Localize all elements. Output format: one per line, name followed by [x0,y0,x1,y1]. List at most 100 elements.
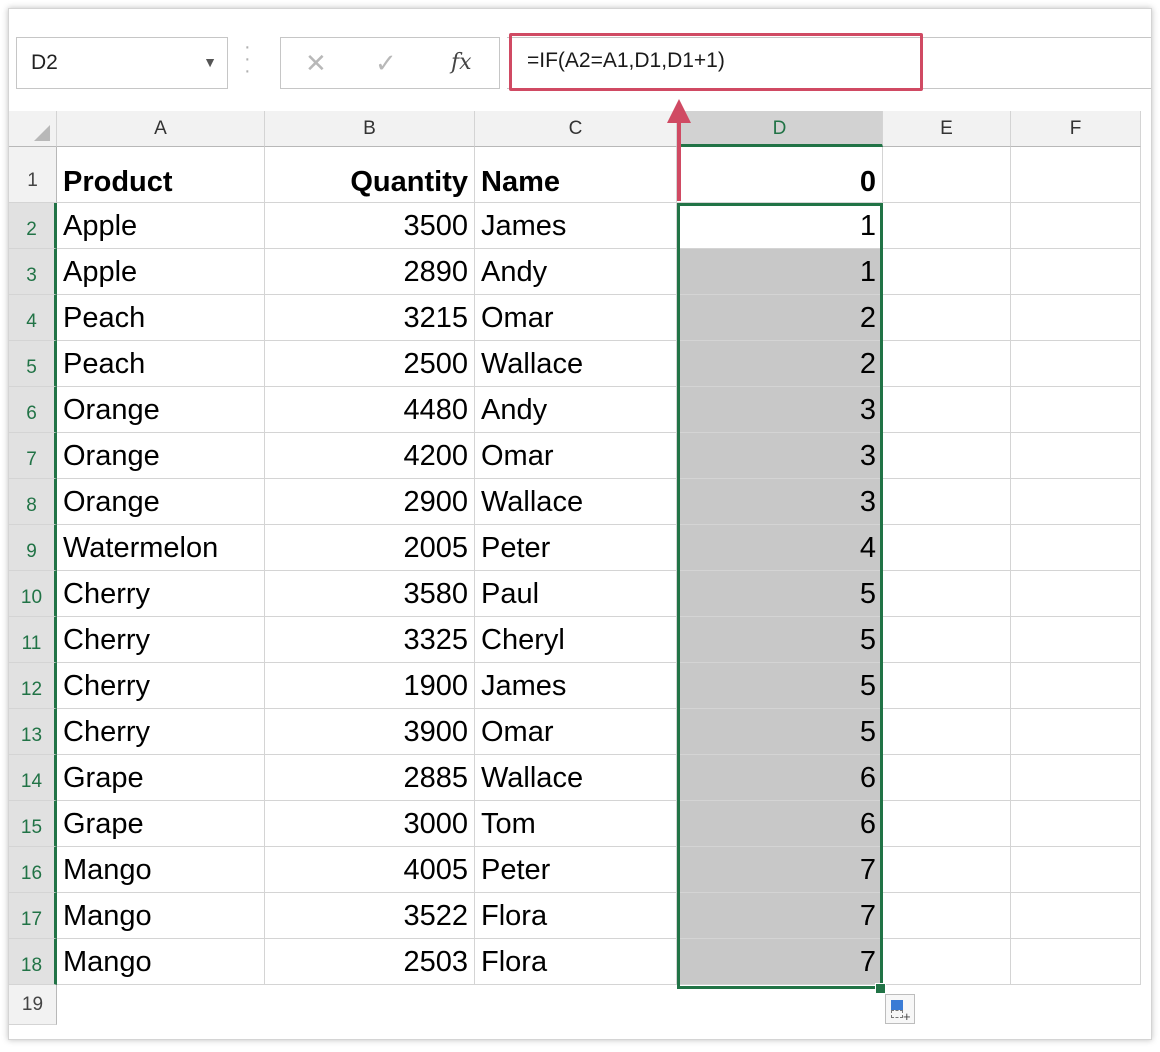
cell-c3[interactable]: Andy [475,249,677,295]
cell-c7[interactable]: Omar [475,433,677,479]
cell-b19[interactable] [265,985,475,1025]
row-header-19[interactable]: 19 [9,985,57,1025]
cell-b7[interactable]: 4200 [265,433,475,479]
cell-d15[interactable]: 6 [677,801,883,847]
cell-e8[interactable] [883,479,1011,525]
column-header-a[interactable]: A [57,111,265,147]
cell-b4[interactable]: 3215 [265,295,475,341]
cell-f17[interactable] [1011,893,1141,939]
row-header-7[interactable]: 7 [9,433,57,479]
row-header-5[interactable]: 5 [9,341,57,387]
cell-f19[interactable] [1011,985,1141,1025]
cell-a11[interactable]: Cherry [57,617,265,663]
cell-c18[interactable]: Flora [475,939,677,985]
cell-f5[interactable] [1011,341,1141,387]
cell-d6[interactable]: 3 [677,387,883,433]
row-header-14[interactable]: 14 [9,755,57,801]
column-header-c[interactable]: C [475,111,677,147]
cell-a17[interactable]: Mango [57,893,265,939]
column-header-e[interactable]: E [883,111,1011,147]
cell-c13[interactable]: Omar [475,709,677,755]
cell-d12[interactable]: 5 [677,663,883,709]
cell-e11[interactable] [883,617,1011,663]
cell-e15[interactable] [883,801,1011,847]
cell-b3[interactable]: 2890 [265,249,475,295]
cell-e18[interactable] [883,939,1011,985]
row-header-17[interactable]: 17 [9,893,57,939]
cell-a5[interactable]: Peach [57,341,265,387]
cell-a10[interactable]: Cherry [57,571,265,617]
cell-a15[interactable]: Grape [57,801,265,847]
cell-b15[interactable]: 3000 [265,801,475,847]
cell-e13[interactable] [883,709,1011,755]
cell-e17[interactable] [883,893,1011,939]
cell-f15[interactable] [1011,801,1141,847]
cell-e12[interactable] [883,663,1011,709]
row-header-18[interactable]: 18 [9,939,57,985]
cell-f18[interactable] [1011,939,1141,985]
cell-d16[interactable]: 7 [677,847,883,893]
chevron-down-icon[interactable]: ▼ [203,54,217,70]
cell-a13[interactable]: Cherry [57,709,265,755]
row-header-11[interactable]: 11 [9,617,57,663]
cell-f10[interactable] [1011,571,1141,617]
cell-d13[interactable]: 5 [677,709,883,755]
select-all-corner[interactable] [9,111,57,147]
cell-c15[interactable]: Tom [475,801,677,847]
cell-b18[interactable]: 2503 [265,939,475,985]
cell-f14[interactable] [1011,755,1141,801]
cell-f13[interactable] [1011,709,1141,755]
cell-a8[interactable]: Orange [57,479,265,525]
row-header-12[interactable]: 12 [9,663,57,709]
cell-b8[interactable]: 2900 [265,479,475,525]
cell-d14[interactable]: 6 [677,755,883,801]
row-header-10[interactable]: 10 [9,571,57,617]
cell-a4[interactable]: Peach [57,295,265,341]
cell-e10[interactable] [883,571,1011,617]
cell-e14[interactable] [883,755,1011,801]
row-header-6[interactable]: 6 [9,387,57,433]
cell-e16[interactable] [883,847,1011,893]
column-header-f[interactable]: F [1011,111,1141,147]
cell-b17[interactable]: 3522 [265,893,475,939]
cell-d17[interactable]: 7 [677,893,883,939]
cell-c9[interactable]: Peter [475,525,677,571]
cell-a7[interactable]: Orange [57,433,265,479]
cell-b9[interactable]: 2005 [265,525,475,571]
cell-b13[interactable]: 3900 [265,709,475,755]
cell-a16[interactable]: Mango [57,847,265,893]
cell-f2[interactable] [1011,203,1141,249]
cell-d2[interactable]: 1 [677,203,883,249]
cell-e2[interactable] [883,203,1011,249]
cell-c2[interactable]: James [475,203,677,249]
cell-f3[interactable] [1011,249,1141,295]
cell-b1[interactable]: Quantity [265,147,475,203]
name-box[interactable]: D2 ▼ [16,37,228,89]
cell-a9[interactable]: Watermelon [57,525,265,571]
row-header-3[interactable]: 3 [9,249,57,295]
cell-b2[interactable]: 3500 [265,203,475,249]
cell-c16[interactable]: Peter [475,847,677,893]
cell-f8[interactable] [1011,479,1141,525]
column-header-b[interactable]: B [265,111,475,147]
cell-e5[interactable] [883,341,1011,387]
cell-d9[interactable]: 4 [677,525,883,571]
cell-c14[interactable]: Wallace [475,755,677,801]
cell-d8[interactable]: 3 [677,479,883,525]
cell-b14[interactable]: 2885 [265,755,475,801]
cell-b11[interactable]: 3325 [265,617,475,663]
fill-handle[interactable] [875,983,886,994]
fx-icon[interactable]: fx [451,50,472,75]
cell-f9[interactable] [1011,525,1141,571]
cell-b6[interactable]: 4480 [265,387,475,433]
cell-e1[interactable] [883,147,1011,203]
cell-c12[interactable]: James [475,663,677,709]
cell-f6[interactable] [1011,387,1141,433]
cell-b12[interactable]: 1900 [265,663,475,709]
cell-c11[interactable]: Cheryl [475,617,677,663]
drag-handle-icon[interactable]: · · · [244,37,251,81]
cell-a2[interactable]: Apple [57,203,265,249]
row-header-4[interactable]: 4 [9,295,57,341]
cell-d18[interactable]: 7 [677,939,883,985]
cell-d19[interactable] [677,985,883,1025]
